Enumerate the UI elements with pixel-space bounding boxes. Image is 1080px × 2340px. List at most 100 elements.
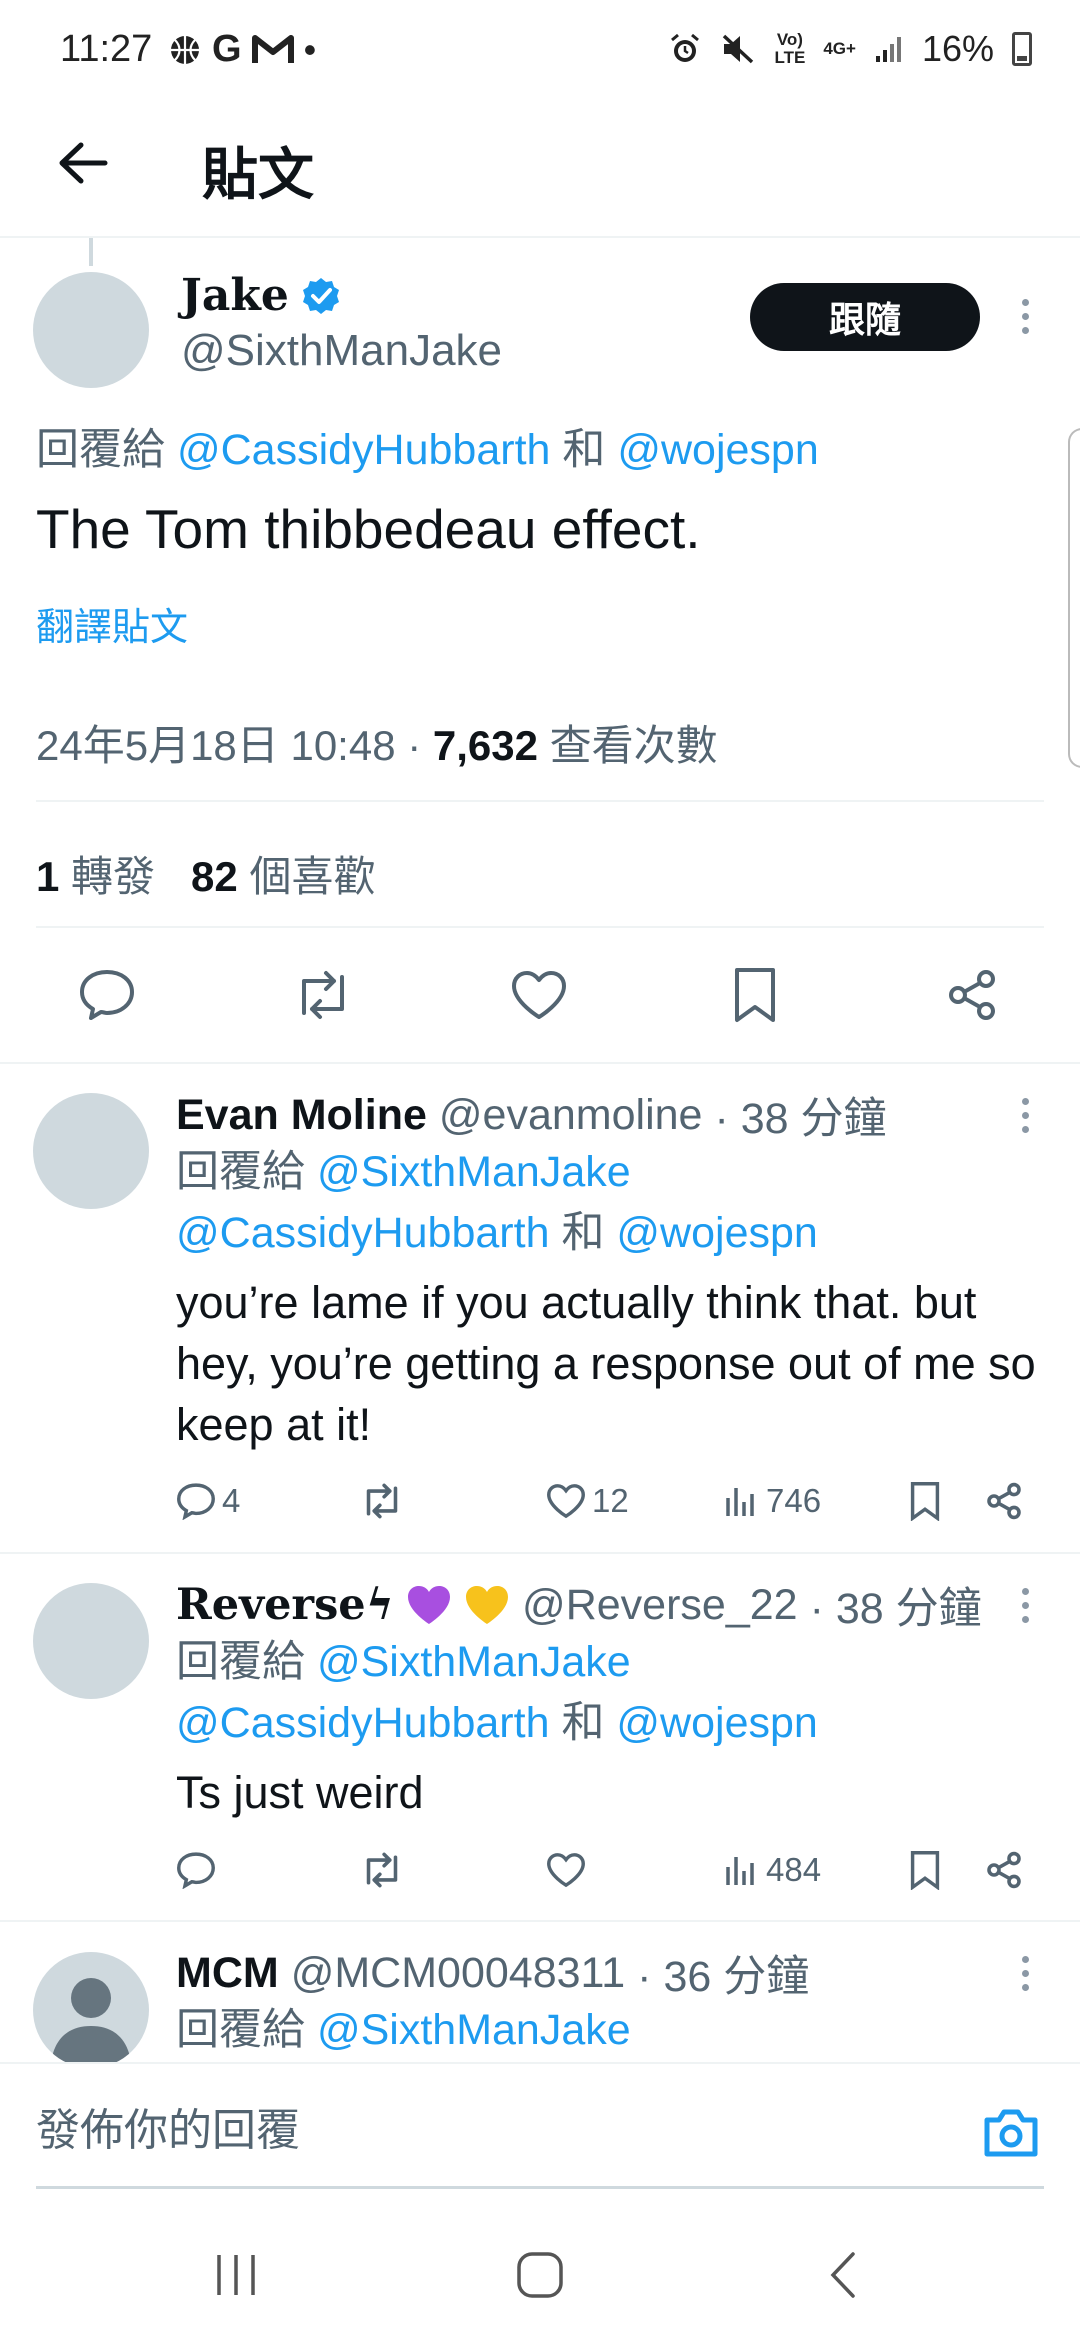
follow-button[interactable]: 跟隨 xyxy=(750,283,980,351)
reply-time: · 36 分鐘 xyxy=(637,1953,810,2001)
conjunction: 和 xyxy=(561,1699,605,1747)
author-handle[interactable]: @SixthManJake xyxy=(181,326,502,376)
retweet-button[interactable] xyxy=(360,1840,404,1900)
engagement-stats: 1 轉發 82 個喜歡 xyxy=(36,843,375,904)
more-options-button[interactable] xyxy=(1005,288,1045,344)
bookmark-button[interactable] xyxy=(909,1840,941,1900)
bookmark-button[interactable] xyxy=(909,1471,941,1531)
reply-author-name-suffix: ϟ xyxy=(365,1580,395,1630)
reply-button[interactable] xyxy=(176,1840,216,1900)
mention-link[interactable]: @SixthManJake xyxy=(317,1638,631,1686)
divider xyxy=(0,1552,1080,1554)
home-button[interactable] xyxy=(500,2240,580,2310)
reply-time: · 38 分鐘 xyxy=(714,1095,887,1143)
mention-link[interactable]: @CassidyHubbarth xyxy=(176,1699,549,1747)
mention-link[interactable]: @wojespn xyxy=(616,1209,817,1257)
recent-apps-button[interactable] xyxy=(196,2240,276,2310)
view-count: 746 xyxy=(766,1482,822,1519)
like-button[interactable]: 12 xyxy=(546,1471,629,1531)
camera-icon[interactable] xyxy=(983,2108,1039,2158)
reply-author-handle[interactable]: @MCM00048311 xyxy=(291,1949,625,1998)
like-button[interactable] xyxy=(546,1840,586,1900)
divider xyxy=(0,1062,1080,1064)
reply-author-handle[interactable]: @evanmoline xyxy=(439,1091,703,1140)
conjunction: 和 xyxy=(562,426,606,474)
reply-to-label: 回覆給 xyxy=(176,2006,305,2054)
like-stat[interactable]: 82 個喜歡 xyxy=(191,843,375,904)
bookmark-button[interactable] xyxy=(723,963,787,1027)
composer-underline xyxy=(36,2186,1044,2189)
reply-header: Reverseϟ @Reverse_22 · 38 分鐘 xyxy=(176,1574,982,1636)
share-button[interactable] xyxy=(940,963,1004,1027)
retweet-button[interactable] xyxy=(360,1471,404,1531)
comment-icon xyxy=(177,1483,215,1520)
avatar[interactable] xyxy=(33,1093,149,1209)
divider xyxy=(36,926,1044,928)
reply-composer[interactable]: 發佈你的回覆 xyxy=(0,2062,1080,2190)
network-indicator: 4G+ xyxy=(823,39,856,58)
view-count: 484 xyxy=(766,1851,822,1888)
battery-percent: 16% xyxy=(921,28,994,69)
mute-icon xyxy=(723,34,754,64)
like-count: 12 xyxy=(592,1482,629,1519)
yellow-heart-emoji-icon xyxy=(466,1586,509,1624)
mention-link[interactable]: @SixthManJake xyxy=(317,1148,631,1196)
reply-author-handle[interactable]: @Reverse_22 xyxy=(522,1581,798,1630)
mention-link[interactable]: @CassidyHubbarth xyxy=(176,1209,549,1257)
status-bar: 11:27 G • Vo) LTE 4G+ 16% xyxy=(0,0,1080,100)
reply-input-placeholder[interactable]: 發佈你的回覆 xyxy=(36,2094,300,2158)
like-label: 個喜歡 xyxy=(249,853,376,900)
like-button[interactable] xyxy=(507,963,571,1027)
thread-line xyxy=(89,238,93,266)
retweet-button[interactable] xyxy=(291,963,355,1027)
recent-apps-icon xyxy=(217,2255,255,2295)
reply-button[interactable] xyxy=(75,963,139,1027)
views-button[interactable]: 484 xyxy=(724,1840,821,1900)
reply-header: MCM @MCM00048311 · 36 分鐘 xyxy=(176,1942,809,2004)
more-options-button[interactable] xyxy=(1005,1087,1045,1143)
share-button[interactable] xyxy=(984,1840,1024,1900)
tweet-action-bar xyxy=(0,955,1080,1035)
more-options-button[interactable] xyxy=(1005,1945,1045,2001)
author-name-text: Jake xyxy=(181,270,289,321)
comment-icon xyxy=(80,970,134,1020)
heart-icon xyxy=(512,971,566,1019)
avatar[interactable] xyxy=(33,272,149,388)
reply-author-name[interactable]: MCM xyxy=(176,1949,279,1998)
reply-author-name[interactable]: Evan Moline xyxy=(176,1091,427,1140)
reply-button[interactable]: 4 xyxy=(176,1471,240,1531)
avatar[interactable] xyxy=(33,1952,149,2068)
more-options-button[interactable] xyxy=(1005,1577,1045,1633)
retweet-icon xyxy=(302,971,344,1019)
heart-icon xyxy=(547,1853,585,1888)
alarm-icon xyxy=(671,33,700,62)
avatar[interactable] xyxy=(33,1583,149,1699)
reply-to-label: 回覆給 xyxy=(176,1638,305,1686)
status-time: 11:27 xyxy=(60,28,153,70)
mention-link[interactable]: @wojespn xyxy=(616,1699,817,1747)
divider xyxy=(36,800,1044,802)
author-name[interactable]: Jake xyxy=(181,270,341,321)
back-nav-button[interactable] xyxy=(802,2240,882,2310)
reply-to-line: 回覆給 @SixthManJake @CassidyHubbarth 和 @wo… xyxy=(176,1632,1036,1754)
reply-to-label: 回覆給 xyxy=(176,1148,305,1196)
retweet-icon xyxy=(366,1483,398,1519)
share-button[interactable] xyxy=(984,1471,1024,1531)
verified-badge-icon xyxy=(302,277,339,314)
default-avatar-icon xyxy=(51,1978,131,2062)
retweet-label: 轉發 xyxy=(71,853,156,900)
reply-to-label: 回覆給 xyxy=(36,426,165,474)
mention-link[interactable]: @SixthManJake xyxy=(317,2006,631,2054)
page-title: 貼文 xyxy=(202,143,314,206)
reply-author-name[interactable]: Reverseϟ xyxy=(176,1580,394,1630)
views-button[interactable]: 746 xyxy=(724,1471,821,1531)
translate-link[interactable]: 翻譯貼文 xyxy=(36,596,188,651)
retweet-stat[interactable]: 1 轉發 xyxy=(36,843,155,904)
mention-link[interactable]: @CassidyHubbarth xyxy=(177,426,550,474)
analytics-icon xyxy=(726,1857,754,1885)
back-button[interactable] xyxy=(48,128,118,198)
edge-panel-handle[interactable] xyxy=(1068,428,1080,768)
view-count: 7,632 xyxy=(432,722,538,769)
google-icon: G xyxy=(212,28,242,70)
mention-link[interactable]: @wojespn xyxy=(617,426,818,474)
